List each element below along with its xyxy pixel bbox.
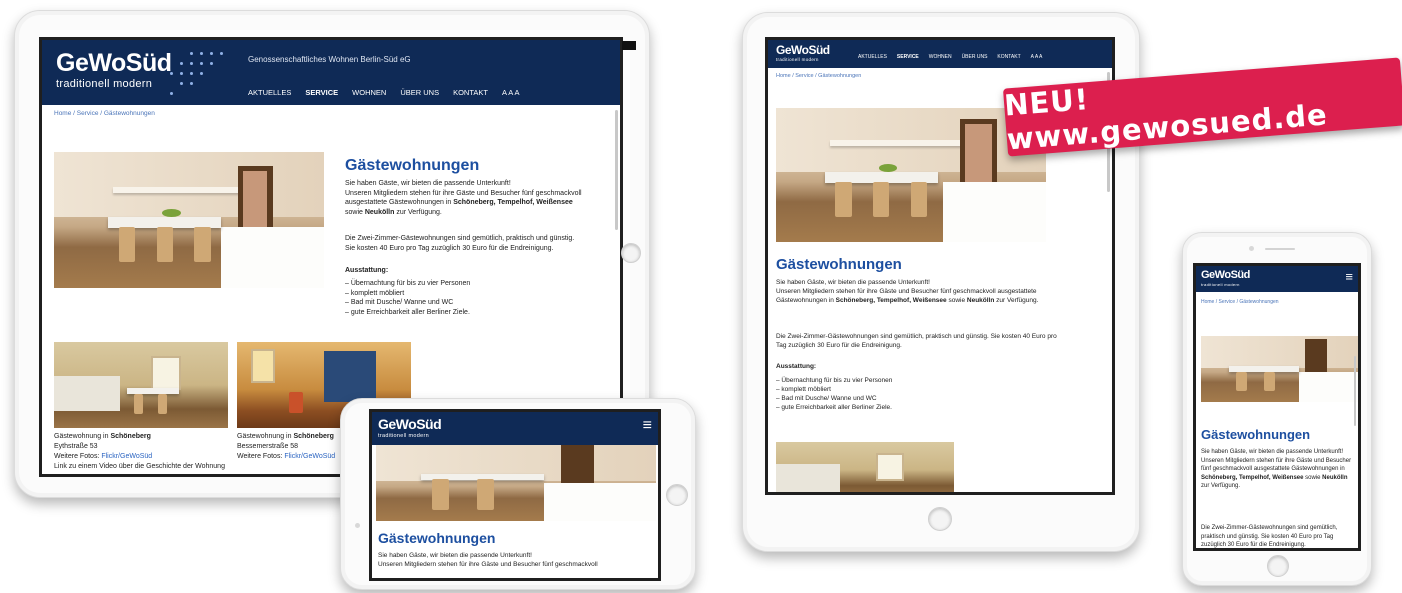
list-item: komplett möbliert <box>776 385 892 394</box>
page-title: Gästewohnungen <box>776 256 902 273</box>
intro-text: Sie haben Gäste, wir bieten die passende… <box>776 279 1039 304</box>
site-header: GeWoSüd traditionell modern Genossenscha… <box>42 40 620 105</box>
breadcrumb[interactable]: Home / Service / Gästewohnungen <box>54 110 155 117</box>
window-control-icon <box>622 41 636 50</box>
price-text: Die Zwei-Zimmer-Gästewohnungen sind gemü… <box>345 235 575 252</box>
main-nav: AKTUELLES SERVICE WOHNEN ÜBER UNS KONTAK… <box>248 88 520 97</box>
nav-aktuelles[interactable]: AKTUELLES <box>248 88 291 97</box>
kitchen-photo <box>1201 336 1358 402</box>
list-item: gute Erreichbarkeit aller Berliner Ziele… <box>345 308 470 318</box>
speaker-icon <box>1265 248 1295 250</box>
price-text: Die Zwei-Zimmer-Gästewohnungen sind gemü… <box>776 333 1057 349</box>
site-logo-subtitle: traditionell modern <box>776 57 819 62</box>
apartment-1-photo[interactable] <box>776 442 954 492</box>
video-link[interactable]: Link zu einem Video über die Geschichte … <box>54 462 244 472</box>
price-text: Die Zwei-Zimmer-Gästewohnungen sind gemü… <box>1201 525 1338 549</box>
intro-text: Sie haben Gäste, wir bieten die passende… <box>1201 449 1352 490</box>
camera-icon <box>1249 246 1254 251</box>
site-logo[interactable]: GeWoSüd <box>378 416 442 432</box>
phone-portrait-screen: GeWoSüd traditionell modern ≡ Home / Ser… <box>1193 263 1361 551</box>
nav-service[interactable]: SERVICE <box>305 88 338 97</box>
kitchen-photo <box>376 445 656 521</box>
font-size-toggle[interactable]: A A A <box>1031 54 1043 60</box>
site-logo[interactable]: GeWoSüd <box>1201 269 1250 281</box>
home-button[interactable] <box>1267 555 1289 577</box>
features-title: Ausstattung: <box>345 267 389 274</box>
nav-kontakt[interactable]: KONTAKT <box>453 88 488 97</box>
list-item: Bad mit Dusche/ Wanne und WC <box>776 394 892 403</box>
list-item: Übernachtung für bis zu vier Personen <box>776 376 892 385</box>
home-button[interactable] <box>666 484 688 506</box>
logo-dots-icon <box>166 44 226 98</box>
font-size-toggle[interactable]: A A A <box>502 88 520 97</box>
breadcrumb[interactable]: Home / Service / Gästewohnungen <box>776 73 861 79</box>
list-item: komplett möbliert <box>345 289 470 299</box>
nav-wohnen[interactable]: WOHNEN <box>929 54 952 60</box>
nav-wohnen[interactable]: WOHNEN <box>352 88 386 97</box>
site-logo-subtitle: traditionell modern <box>378 433 429 439</box>
menu-icon[interactable]: ≡ <box>1345 269 1353 284</box>
site-tagline: Genossenschaftliches Wohnen Berlin-Süd e… <box>248 55 411 64</box>
features-list: Übernachtung für bis zu vier Personen ko… <box>776 376 892 412</box>
breadcrumb[interactable]: Home / Service / Gästewohnungen <box>1201 299 1279 305</box>
home-button[interactable] <box>621 243 641 263</box>
list-item: Übernachtung für bis zu vier Personen <box>345 279 470 289</box>
page-title: Gästewohnungen <box>345 157 480 174</box>
kitchen-photo <box>54 152 324 288</box>
phone-portrait-device: GeWoSüd traditionell modern ≡ Home / Ser… <box>1182 232 1372 586</box>
intro-text: Sie haben Gäste, wir bieten die passende… <box>345 180 582 216</box>
nav-ueber-uns[interactable]: ÜBER UNS <box>400 88 439 97</box>
site-header: GeWoSüd traditionell modern ≡ <box>1196 266 1358 292</box>
site-logo-subtitle: traditionell modern <box>1201 282 1240 287</box>
apartment-1-info: Gästewohnung in Schöneberg Eythstraße 53… <box>54 432 244 472</box>
flickr-link[interactable]: Flickr/GeWoSüd <box>101 453 152 460</box>
phone-landscape-device: GeWoSüd traditionell modern ≡ Gästewohnu… <box>340 398 696 590</box>
scrollbar[interactable] <box>615 110 618 230</box>
nav-ueber-uns[interactable]: ÜBER UNS <box>962 54 988 60</box>
home-button[interactable] <box>928 507 952 531</box>
page-title: Gästewohnungen <box>1201 427 1311 442</box>
list-item: gute Erreichbarkeit aller Berliner Ziele… <box>776 403 892 412</box>
menu-icon[interactable]: ≡ <box>643 417 652 435</box>
camera-icon <box>355 523 360 528</box>
intro-text: Sie haben Gäste, wir bieten die passende… <box>378 552 598 568</box>
page-title: Gästewohnungen <box>378 530 496 546</box>
nav-aktuelles[interactable]: AKTUELLES <box>858 54 887 60</box>
scrollbar[interactable] <box>1354 356 1356 426</box>
nav-service[interactable]: SERVICE <box>897 54 919 60</box>
list-item: Bad mit Dusche/ Wanne und WC <box>345 298 470 308</box>
flickr-link[interactable]: Flickr/GeWoSüd <box>284 453 335 460</box>
phone-landscape-screen: GeWoSüd traditionell modern ≡ Gästewohnu… <box>369 409 661 581</box>
site-header: GeWoSüd traditionell modern ≡ <box>372 412 658 445</box>
main-nav: AKTUELLES SERVICE WOHNEN ÜBER UNS KONTAK… <box>858 54 1042 60</box>
site-logo[interactable]: GeWoSüd <box>56 49 172 78</box>
apartment-1-photo[interactable] <box>54 342 228 428</box>
nav-kontakt[interactable]: KONTAKT <box>997 54 1020 60</box>
site-logo[interactable]: GeWoSüd <box>776 43 830 57</box>
features-list: Übernachtung für bis zu vier Personen ko… <box>345 279 470 317</box>
site-header: GeWoSüd traditionell modern AKTUELLES SE… <box>768 40 1112 68</box>
features-title: Ausstattung: <box>776 363 817 370</box>
site-logo-subtitle: traditionell modern <box>56 78 153 90</box>
